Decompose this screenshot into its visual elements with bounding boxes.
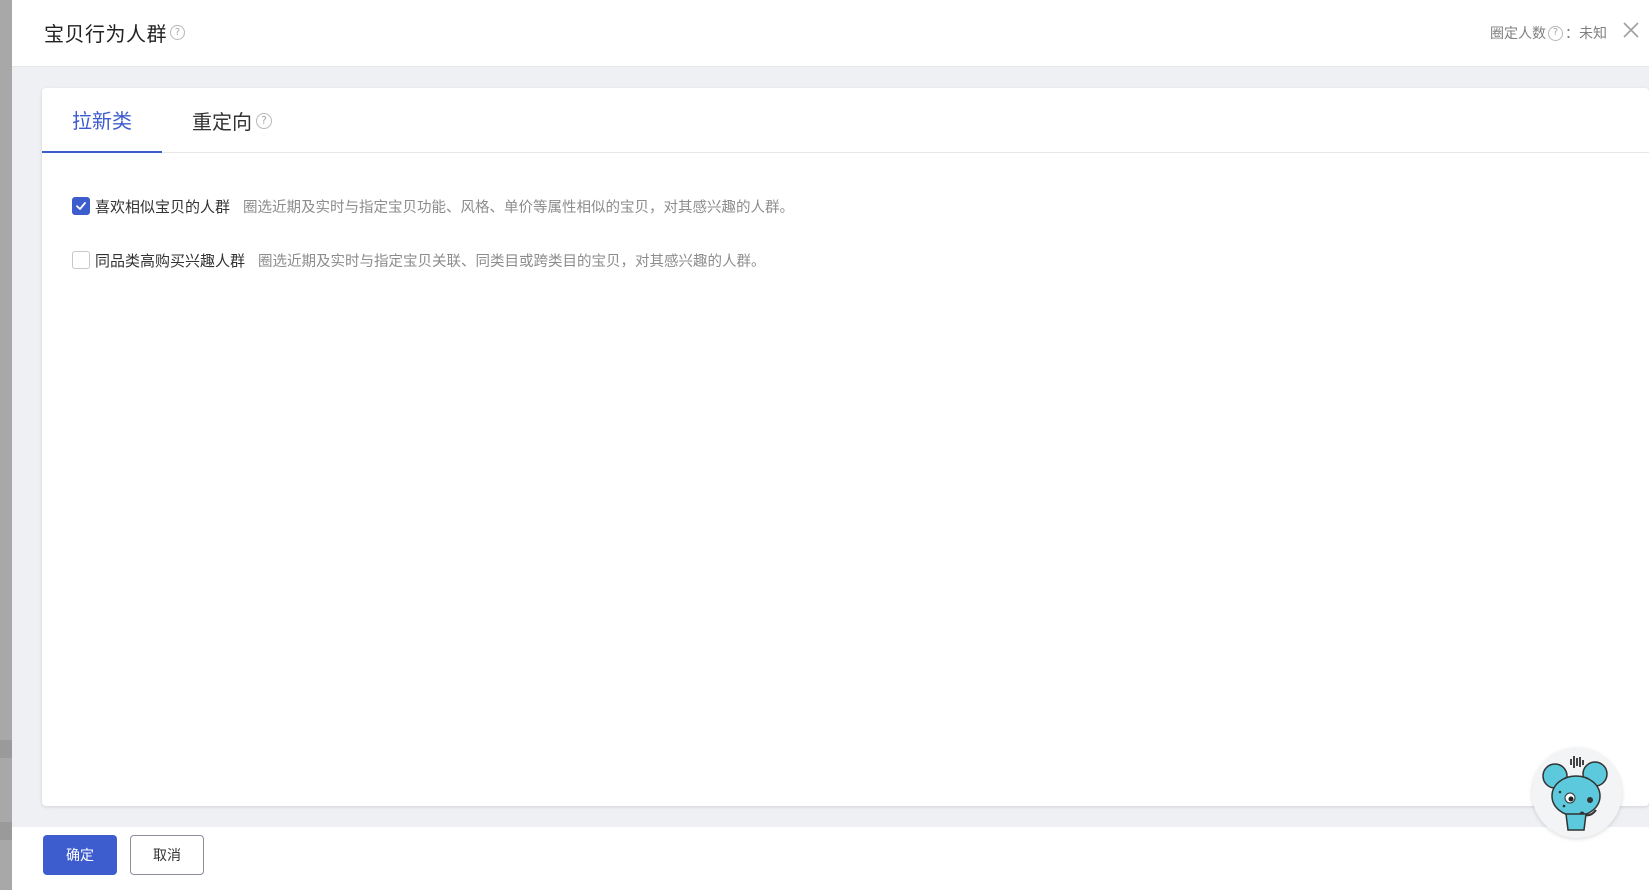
option-description: 圈选近期及实时与指定宝贝功能、风格、单价等属性相似的宝贝，对其感兴趣的人群。 <box>243 199 795 216</box>
audience-count-label: 圈定人数 <box>1490 26 1546 42</box>
backdrop-strip <box>0 0 12 890</box>
cancel-button[interactable]: 取消 <box>130 835 204 875</box>
audience-count-value: 未知 <box>1579 26 1607 42</box>
content-card: 拉新类 重定向 ? 喜欢相似宝贝的人群 圈选近期及实时与指定宝贝功能、风格、单价… <box>42 88 1649 806</box>
tab-label: 拉新类 <box>72 109 132 133</box>
drawer-panel: 宝贝行为人群 ? 圈定人数 ? ： 未知 拉新类 重定向 ? 喜欢相似宝贝的人群… <box>12 0 1649 890</box>
audience-count: 圈定人数 ? ： 未知 <box>1490 23 1607 43</box>
drawer-title: 宝贝行为人群 <box>44 22 167 46</box>
option-similar-items: 喜欢相似宝贝的人群 圈选近期及实时与指定宝贝功能、风格、单价等属性相似的宝贝，对… <box>72 194 794 218</box>
title-group: 宝贝行为人群 ? <box>44 18 185 47</box>
option-label: 同品类高购买兴趣人群 <box>95 251 246 270</box>
tab-new-customers[interactable]: 拉新类 <box>42 88 162 153</box>
help-icon[interactable]: ? <box>1548 25 1563 41</box>
option-same-category: 同品类高购买兴趣人群 圈选近期及实时与指定宝贝关联、同类目或跨类目的宝贝，对其感… <box>72 248 794 272</box>
backdrop-mark <box>0 740 12 758</box>
check-icon <box>76 202 86 210</box>
close-icon[interactable] <box>1619 18 1643 42</box>
backdrop-mark <box>0 822 12 840</box>
same-category-checkbox[interactable] <box>72 251 90 269</box>
option-label: 喜欢相似宝贝的人群 <box>95 197 231 216</box>
help-icon[interactable]: ? <box>170 25 185 40</box>
audience-count-separator: ： <box>1565 26 1579 42</box>
option-list: 喜欢相似宝贝的人群 圈选近期及实时与指定宝贝功能、风格、单价等属性相似的宝贝，对… <box>72 194 794 302</box>
drawer-header: 宝贝行为人群 ? 圈定人数 ? ： 未知 <box>12 0 1649 67</box>
tab-bar: 拉新类 重定向 ? <box>42 88 1649 153</box>
similar-items-checkbox[interactable] <box>72 197 90 215</box>
drawer-footer: 确定 取消 <box>12 827 1649 890</box>
tab-retargeting[interactable]: 重定向 ? <box>192 88 272 153</box>
help-icon[interactable]: ? <box>256 112 272 129</box>
tab-label: 重定向 <box>192 110 252 134</box>
confirm-button[interactable]: 确定 <box>43 835 117 875</box>
option-description: 圈选近期及实时与指定宝贝关联、同类目或跨类目的宝贝，对其感兴趣的人群。 <box>258 253 766 270</box>
mouse-assistant-icon <box>1542 756 1608 831</box>
assistant-button[interactable] <box>1532 748 1622 838</box>
